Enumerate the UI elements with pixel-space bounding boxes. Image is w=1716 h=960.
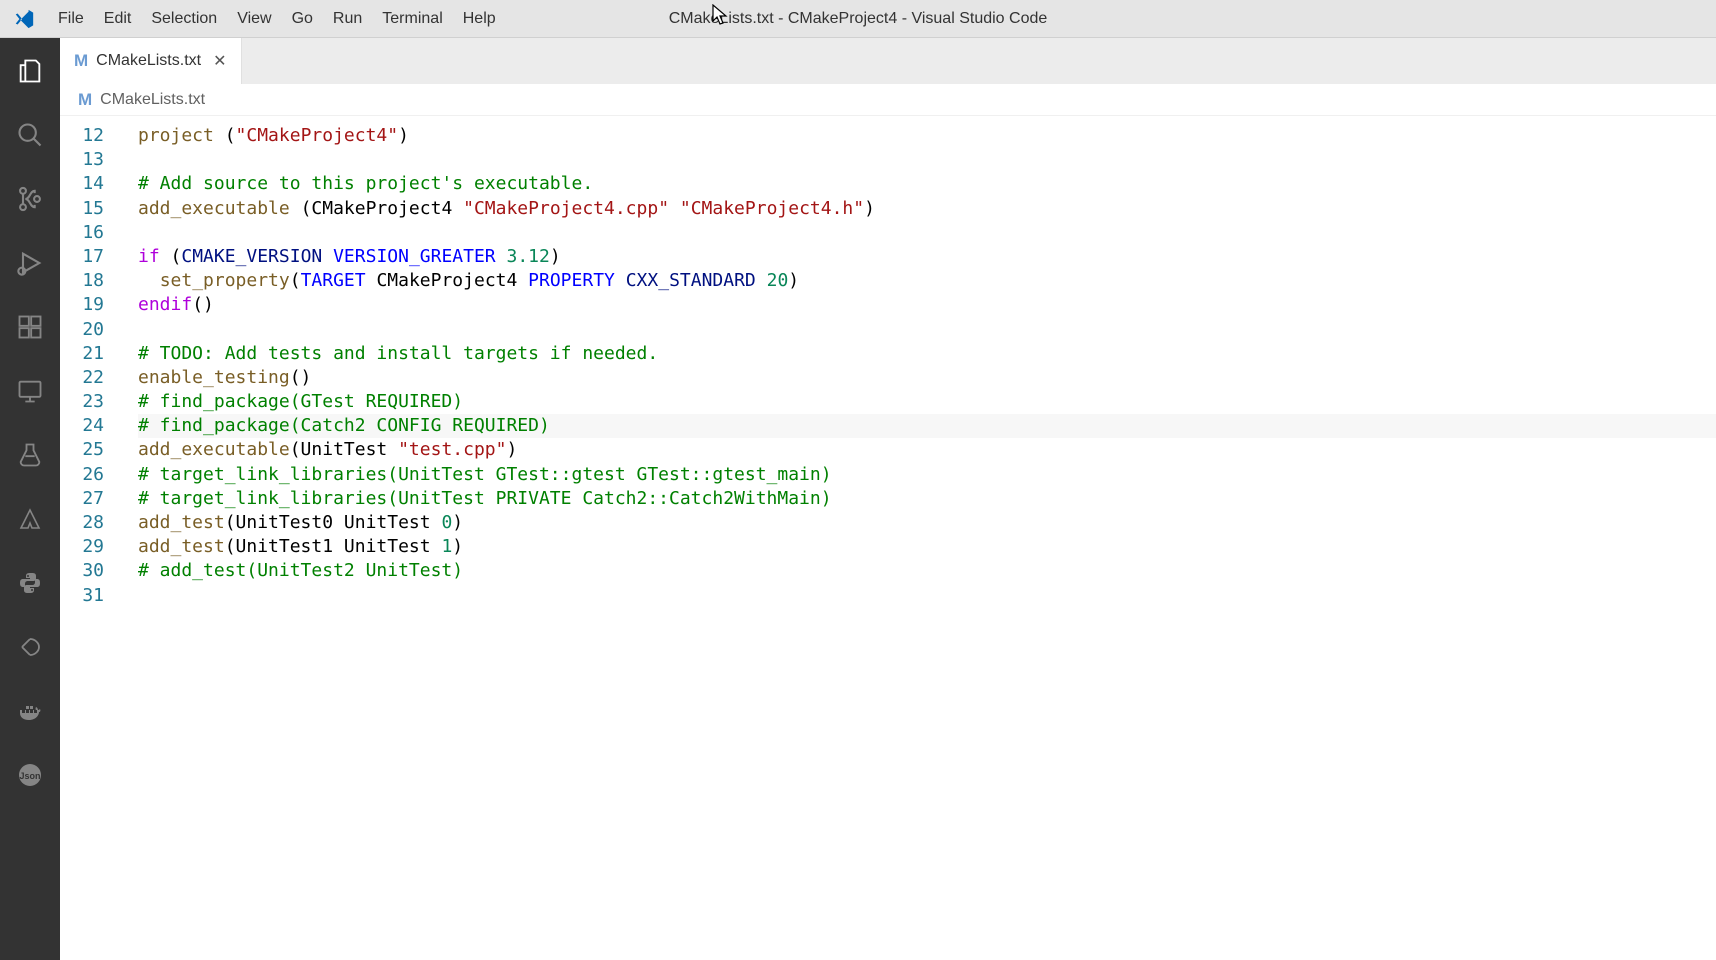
docker-icon[interactable]	[6, 690, 54, 732]
python-icon[interactable]	[6, 562, 54, 604]
code-line[interactable]: add_executable(UnitTest "test.cpp")	[138, 438, 1716, 462]
code-line[interactable]: # add_test(UnitTest2 UnitTest)	[138, 559, 1716, 583]
code-line[interactable]	[138, 584, 1716, 608]
menu-item-run[interactable]: Run	[323, 0, 372, 38]
close-icon[interactable]: ✕	[213, 51, 226, 71]
cmake-file-icon: M	[74, 51, 88, 71]
menu-item-selection[interactable]: Selection	[141, 0, 227, 38]
line-number: 22	[60, 366, 104, 390]
menu-item-view[interactable]: View	[227, 0, 281, 38]
svg-text:Json: Json	[19, 771, 40, 781]
line-number: 26	[60, 463, 104, 487]
line-number: 28	[60, 511, 104, 535]
code-line[interactable]: enable_testing()	[138, 366, 1716, 390]
code-content[interactable]: project ("CMakeProject4") # Add source to…	[130, 116, 1716, 960]
menu-item-terminal[interactable]: Terminal	[372, 0, 452, 38]
source-control-icon[interactable]	[6, 178, 54, 220]
code-line[interactable]: # Add source to this project's executabl…	[138, 172, 1716, 196]
code-line[interactable]	[138, 221, 1716, 245]
title-bar: FileEditSelectionViewGoRunTerminalHelp C…	[0, 0, 1716, 38]
line-number: 21	[60, 342, 104, 366]
remote-explorer-icon[interactable]	[6, 370, 54, 412]
line-number: 17	[60, 245, 104, 269]
code-line[interactable]: project ("CMakeProject4")	[138, 124, 1716, 148]
code-line[interactable]: # find_package(Catch2 CONFIG REQUIRED)	[138, 414, 1716, 438]
code-line[interactable]: endif()	[138, 293, 1716, 317]
line-number: 16	[60, 221, 104, 245]
testing-icon[interactable]	[6, 434, 54, 476]
azure-icon[interactable]	[6, 498, 54, 540]
line-number: 13	[60, 148, 104, 172]
code-line[interactable]: add_test(UnitTest1 UnitTest 1)	[138, 535, 1716, 559]
line-number: 25	[60, 438, 104, 462]
code-line[interactable]	[138, 318, 1716, 342]
line-number: 15	[60, 197, 104, 221]
cmake-file-icon: M	[78, 90, 92, 110]
search-icon[interactable]	[6, 114, 54, 156]
code-line[interactable]: if (CMAKE_VERSION VERSION_GREATER 3.12)	[138, 245, 1716, 269]
breadcrumb[interactable]: M CMakeLists.txt	[60, 84, 1716, 116]
menu-item-edit[interactable]: Edit	[94, 0, 142, 38]
activity-bar: Json	[0, 38, 60, 960]
code-line[interactable]: # find_package(GTest REQUIRED)	[138, 390, 1716, 414]
code-line[interactable]: # target_link_libraries(UnitTest PRIVATE…	[138, 487, 1716, 511]
code-editor[interactable]: 1112131415161718192021222324252627282930…	[60, 116, 1716, 960]
code-line[interactable]: add_test(UnitTest0 UnitTest 0)	[138, 511, 1716, 535]
editor-area: M CMakeLists.txt ✕ M CMakeLists.txt 1112…	[60, 38, 1716, 960]
menu-item-help[interactable]: Help	[453, 0, 506, 38]
tab-cmakelists[interactable]: M CMakeLists.txt ✕	[60, 38, 242, 84]
line-number: 18	[60, 269, 104, 293]
live-share-icon[interactable]	[6, 626, 54, 668]
tab-label: CMakeLists.txt	[96, 52, 201, 70]
line-number: 27	[60, 487, 104, 511]
line-number: 30	[60, 559, 104, 583]
extensions-icon[interactable]	[6, 306, 54, 348]
window-title: CMakeLists.txt - CMakeProject4 - Visual …	[669, 10, 1048, 28]
menu-item-file[interactable]: File	[48, 0, 94, 38]
code-line[interactable]: add_executable (CMakeProject4 "CMakeProj…	[138, 197, 1716, 221]
menu-item-go[interactable]: Go	[282, 0, 323, 38]
line-number: 24	[60, 414, 104, 438]
code-line[interactable]: # target_link_libraries(UnitTest GTest::…	[138, 463, 1716, 487]
json-icon[interactable]: Json	[6, 754, 54, 796]
vscode-logo-icon	[0, 0, 48, 38]
code-line[interactable]: set_property(TARGET CMakeProject4 PROPER…	[138, 269, 1716, 293]
line-number: 29	[60, 535, 104, 559]
menu-bar: FileEditSelectionViewGoRunTerminalHelp	[48, 0, 506, 38]
run-debug-icon[interactable]	[6, 242, 54, 284]
line-number: 19	[60, 293, 104, 317]
line-number: 23	[60, 390, 104, 414]
line-number: 14	[60, 172, 104, 196]
tab-bar: M CMakeLists.txt ✕	[60, 38, 1716, 84]
line-number: 20	[60, 318, 104, 342]
code-line[interactable]: # TODO: Add tests and install targets if…	[138, 342, 1716, 366]
line-number: 12	[60, 124, 104, 148]
line-number: 31	[60, 584, 104, 608]
code-line[interactable]	[138, 148, 1716, 172]
breadcrumb-label: CMakeLists.txt	[100, 91, 205, 109]
explorer-icon[interactable]	[6, 50, 54, 92]
line-number-gutter: 1112131415161718192021222324252627282930…	[60, 116, 130, 960]
